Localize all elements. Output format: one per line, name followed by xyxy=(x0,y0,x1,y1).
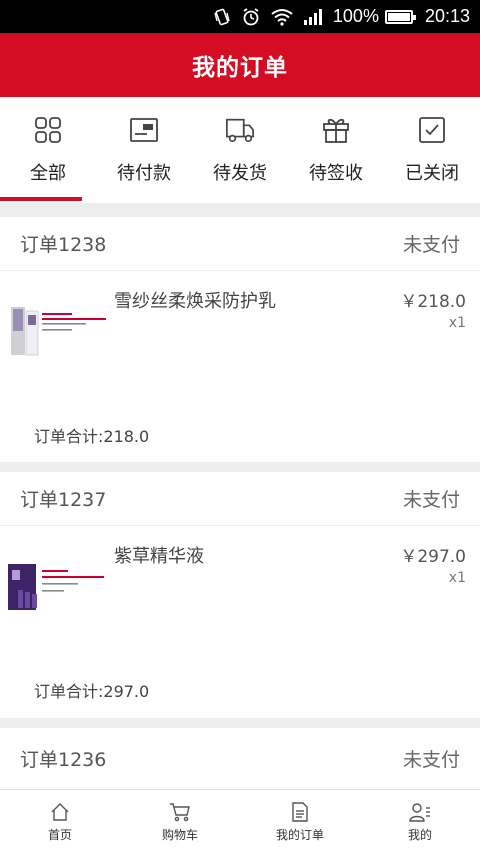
order-number: 订单1238 xyxy=(20,234,107,256)
nav-label: 购物车 xyxy=(161,828,198,842)
order-card[interactable]: 订单1238 未支付 雪纱丝柔焕采防护乳 ￥218.0 x1 订单合计:218.… xyxy=(0,217,480,462)
tab-label: 待付款 xyxy=(117,163,171,184)
tab-closed[interactable]: 已关闭 xyxy=(384,97,480,203)
tab-all[interactable]: 全部 xyxy=(0,97,96,203)
alarm-icon xyxy=(241,7,261,27)
cart-icon xyxy=(169,801,191,823)
order-total: 订单合计:218.0 xyxy=(34,427,150,446)
tab-label: 待签收 xyxy=(309,163,363,184)
order-card[interactable]: 订单1236 未支付 xyxy=(0,728,480,789)
order-header: 订单1237 未支付 xyxy=(0,472,480,526)
nav-cart[interactable]: 购物车 xyxy=(120,790,240,853)
product-quantity: x1 xyxy=(448,315,466,331)
order-total: 订单合计:297.0 xyxy=(34,682,150,701)
tab-pending-receipt[interactable]: 待签收 xyxy=(288,97,384,203)
product-image xyxy=(8,556,110,614)
orders-icon xyxy=(289,801,311,823)
wallet-icon xyxy=(129,115,159,145)
app-header: 我的订单 xyxy=(0,33,480,97)
nav-label: 我的 xyxy=(407,828,432,842)
clock: 20:13 xyxy=(424,6,470,26)
product-price: ￥218.0 xyxy=(400,292,466,312)
order-status: 未支付 xyxy=(402,489,460,511)
product-quantity: x1 xyxy=(448,570,466,586)
user-icon xyxy=(409,801,431,823)
order-number: 订单1236 xyxy=(20,749,107,771)
product-name: 雪纱丝柔焕采防护乳 xyxy=(114,291,276,312)
order-status: 未支付 xyxy=(402,749,460,771)
tab-label: 全部 xyxy=(30,163,66,184)
order-card[interactable]: 订单1237 未支付 紫草精华液 ￥297.0 x1 订单合计:297.0 xyxy=(0,472,480,718)
status-bar: 100% 20:13 xyxy=(0,0,480,33)
order-item[interactable]: 紫草精华液 ￥297.0 x1 xyxy=(0,526,480,652)
order-filter-tabs: 全部 待付款 待发货 待签收 已关闭 xyxy=(0,97,480,203)
tab-label: 已关闭 xyxy=(405,163,459,184)
product-price: ￥297.0 xyxy=(400,547,466,567)
order-header: 订单1236 未支付 xyxy=(0,728,480,789)
tab-pending-shipment[interactable]: 待发货 xyxy=(192,97,288,203)
checkbox-icon xyxy=(417,115,447,145)
nav-my-orders[interactable]: 我的订单 xyxy=(240,790,360,853)
home-icon xyxy=(49,801,71,823)
order-status: 未支付 xyxy=(402,234,460,256)
order-number: 订单1237 xyxy=(20,489,107,511)
active-tab-indicator xyxy=(0,197,82,201)
vibrate-icon xyxy=(213,8,231,26)
nav-label: 我的订单 xyxy=(275,828,324,842)
signal-icon xyxy=(303,8,325,26)
order-item[interactable]: 雪纱丝柔焕采防护乳 ￥218.0 x1 xyxy=(0,271,480,397)
truck-icon xyxy=(225,115,255,145)
wifi-icon xyxy=(271,8,293,26)
divider xyxy=(0,718,480,728)
battery-percent: 100% xyxy=(332,6,379,26)
divider xyxy=(0,203,480,217)
tab-pending-payment[interactable]: 待付款 xyxy=(96,97,192,203)
grid-icon xyxy=(33,115,63,145)
nav-label: 首页 xyxy=(47,828,72,842)
divider xyxy=(0,462,480,472)
tab-label: 待发货 xyxy=(213,163,267,184)
nav-home[interactable]: 首页 xyxy=(0,790,120,853)
product-image xyxy=(8,301,110,359)
order-header: 订单1238 未支付 xyxy=(0,217,480,271)
battery-icon xyxy=(384,9,416,24)
bottom-navigation: 首页 购物车 我的订单 我的 xyxy=(0,789,480,853)
nav-me[interactable]: 我的 xyxy=(360,790,480,853)
page-title: 我的订单 xyxy=(192,55,288,81)
product-name: 紫草精华液 xyxy=(114,546,204,567)
gift-icon xyxy=(321,115,351,145)
